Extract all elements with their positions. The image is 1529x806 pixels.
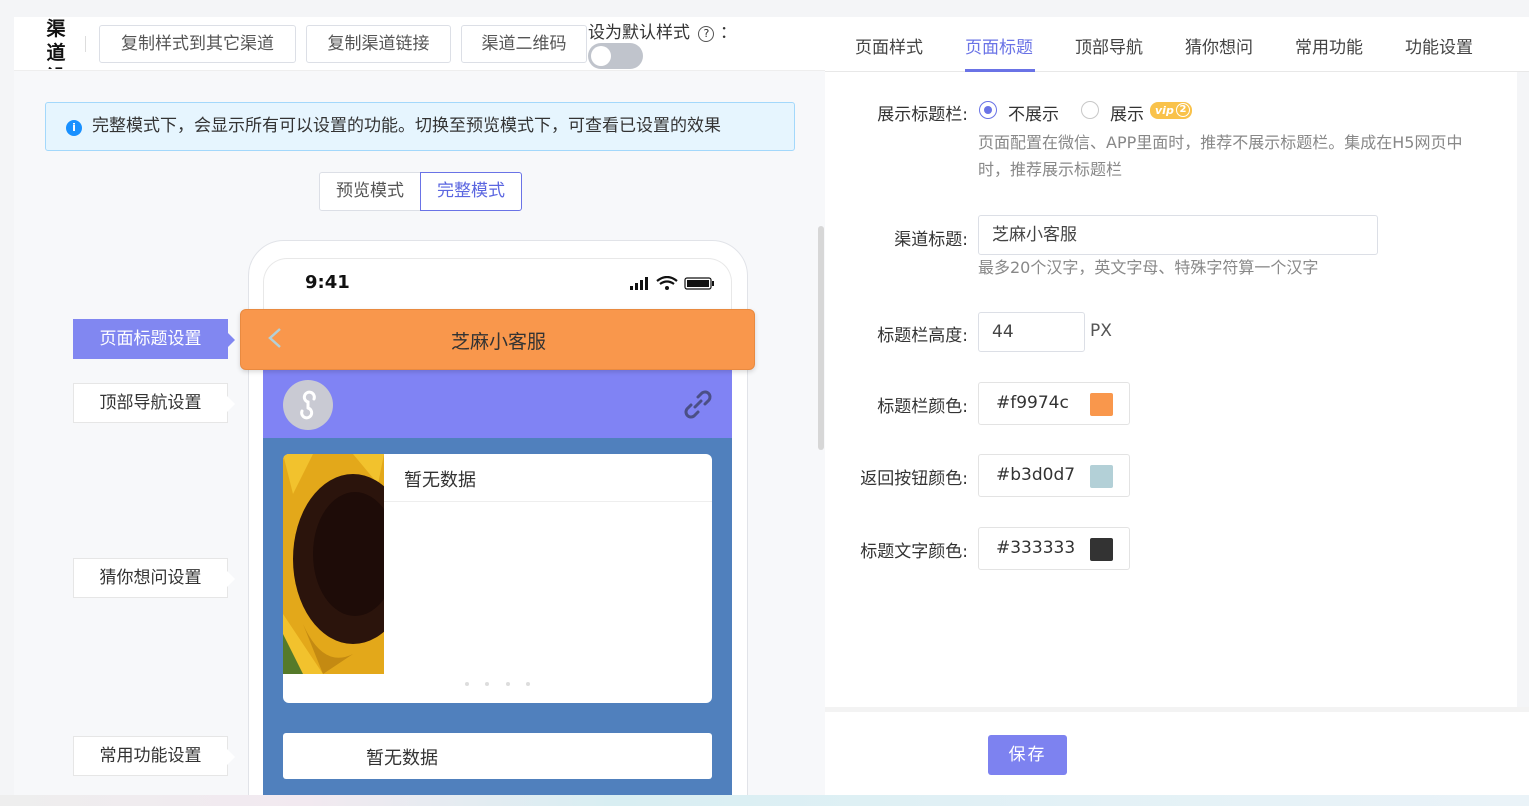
side-label-page-title[interactable]: 页面标题设置 bbox=[73, 319, 235, 359]
common-functions-card[interactable]: 暂无数据 bbox=[283, 733, 712, 779]
radio-show-label[interactable]: 展示 bbox=[1110, 100, 1144, 125]
tab-page-style[interactable]: 页面样式 bbox=[855, 33, 923, 58]
scrollbar[interactable] bbox=[818, 226, 824, 450]
text-color-picker[interactable]: #333333 bbox=[978, 527, 1130, 570]
carousel-dots[interactable] bbox=[465, 682, 535, 688]
bar-color-picker[interactable]: #f9974c bbox=[978, 382, 1130, 425]
panel-title-char: 道 bbox=[46, 42, 66, 64]
copy-style-button[interactable]: 复制样式到其它渠道 bbox=[99, 25, 296, 63]
card-divider bbox=[384, 501, 712, 502]
signal-icon bbox=[630, 277, 648, 290]
channel-title-hint: 最多20个汉字，英文字母、特殊字符算一个汉字 bbox=[978, 258, 1319, 277]
bar-color-label: 标题栏颜色: bbox=[877, 397, 968, 417]
os-taskbar bbox=[0, 795, 1529, 806]
wifi-icon bbox=[656, 276, 678, 285]
vip-badge: vip 2 bbox=[1150, 102, 1192, 119]
bar-color-swatch[interactable] bbox=[1090, 393, 1113, 416]
radio-show[interactable] bbox=[1081, 101, 1099, 119]
page-title-text: 芝麻小客服 bbox=[450, 331, 546, 353]
side-label-common[interactable]: 常用功能设置 bbox=[73, 736, 235, 776]
back-color-value: #b3d0d7 bbox=[996, 465, 1076, 485]
active-tab-indicator bbox=[965, 69, 1035, 72]
tab-top-nav[interactable]: 顶部导航 bbox=[1075, 33, 1143, 58]
show-title-hint: 页面配置在微信、APP里面时，推荐不展示标题栏。集成在H5网页中 时，推荐展示标… bbox=[978, 129, 1523, 183]
divider bbox=[85, 36, 86, 52]
default-style-colon: ： bbox=[719, 23, 737, 43]
link-glyph bbox=[300, 390, 316, 420]
default-style-text: 设为默认样式 bbox=[588, 23, 690, 43]
text-color-value: #333333 bbox=[996, 538, 1076, 558]
save-button[interactable]: 保存 bbox=[988, 735, 1067, 775]
status-icons bbox=[630, 276, 714, 290]
bar-color-value: #f9974c bbox=[996, 393, 1069, 413]
panel-title: 渠 道 设 bbox=[44, 17, 68, 69]
show-title-label: 展示标题栏: bbox=[877, 105, 968, 125]
tab-page-title[interactable]: 页面标题 bbox=[965, 33, 1033, 58]
height-label: 标题栏高度: bbox=[877, 326, 968, 346]
mini-program-icon bbox=[283, 380, 333, 430]
vip-level: 2 bbox=[1176, 103, 1190, 117]
top-nav-preview[interactable] bbox=[263, 370, 732, 438]
default-style-label: 设为默认样式 ? ： bbox=[588, 18, 737, 43]
help-icon[interactable]: ? bbox=[698, 26, 715, 42]
vip-badge-text: vip bbox=[1155, 104, 1174, 117]
height-unit: PX bbox=[1090, 321, 1112, 341]
back-color-label: 返回按钮颜色: bbox=[860, 469, 968, 489]
text-color-label: 标题文字颜色: bbox=[860, 542, 968, 562]
card-empty-text: 暂无数据 bbox=[404, 470, 476, 491]
page-title-preview[interactable]: 芝麻小客服 bbox=[240, 309, 755, 370]
toggle-knob bbox=[591, 46, 611, 66]
tab-function-settings[interactable]: 功能设置 bbox=[1405, 33, 1473, 58]
guess-card[interactable]: 暂无数据 bbox=[283, 454, 712, 703]
panel-title-char: 设 bbox=[44, 65, 68, 69]
back-color-swatch[interactable] bbox=[1090, 465, 1113, 488]
side-label-top-nav[interactable]: 顶部导航设置 bbox=[73, 383, 235, 423]
footer-bar bbox=[825, 707, 1529, 806]
default-style-toggle[interactable] bbox=[588, 43, 643, 69]
copy-link-button[interactable]: 复制渠道链接 bbox=[306, 25, 451, 63]
qr-code-button[interactable]: 渠道二维码 bbox=[461, 25, 587, 63]
side-label-guess[interactable]: 猜你想问设置 bbox=[73, 558, 235, 598]
sunflower-image bbox=[283, 454, 384, 674]
channel-title-label: 渠道标题: bbox=[894, 230, 968, 250]
battery-icon bbox=[684, 277, 714, 290]
panel-title-char: 渠 bbox=[46, 18, 66, 40]
tab-common[interactable]: 常用功能 bbox=[1295, 33, 1363, 58]
show-title-hint-line2: 时，推荐展示标题栏 bbox=[978, 160, 1123, 179]
text-color-swatch[interactable] bbox=[1090, 538, 1113, 561]
status-time: 9:41 bbox=[305, 272, 350, 293]
info-text: 完整模式下，会显示所有可以设置的功能。切换至预览模式下，可查看已设置的效果 bbox=[92, 116, 721, 136]
height-input[interactable]: 44 bbox=[978, 312, 1085, 352]
back-color-picker[interactable]: #b3d0d7 bbox=[978, 454, 1130, 497]
full-mode-button[interactable]: 完整模式 bbox=[420, 172, 522, 211]
channel-title-input[interactable]: 芝麻小客服 bbox=[978, 215, 1378, 255]
link-icon[interactable] bbox=[681, 387, 715, 421]
radio-hide[interactable] bbox=[979, 101, 997, 119]
tab-guess[interactable]: 猜你想问 bbox=[1185, 33, 1253, 58]
show-title-hint-line1: 页面配置在微信、APP里面时，推荐不展示标题栏。集成在H5网页中 bbox=[978, 133, 1463, 152]
info-banner: i 完整模式下，会显示所有可以设置的功能。切换至预览模式下，可查看已设置的效果 bbox=[45, 102, 795, 151]
radio-hide-label[interactable]: 不展示 bbox=[1008, 100, 1059, 125]
info-icon: i bbox=[66, 120, 82, 136]
card-empty-text: 暂无数据 bbox=[366, 748, 438, 769]
preview-mode-button[interactable]: 预览模式 bbox=[319, 172, 421, 211]
